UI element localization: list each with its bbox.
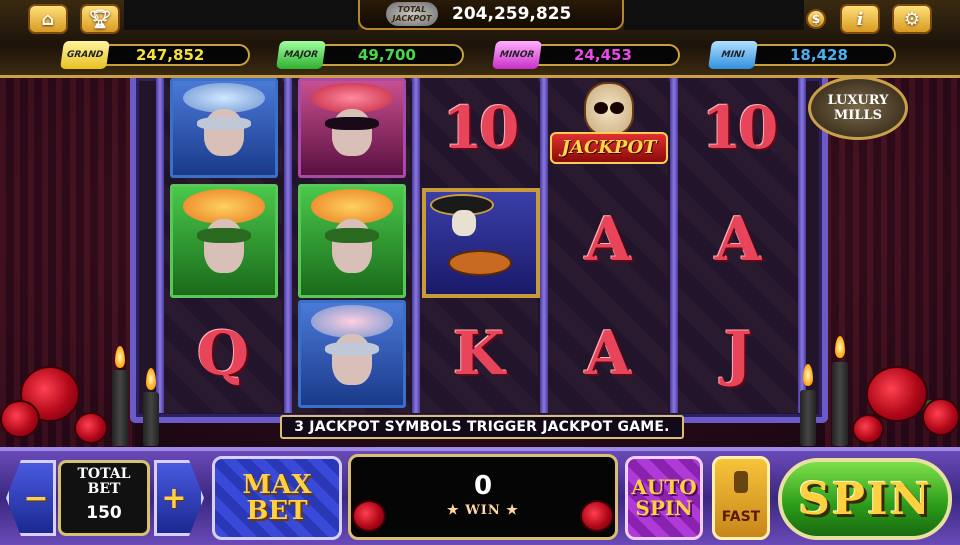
reel-divider <box>156 78 164 413</box>
plus-icon: + <box>161 480 187 516</box>
coins-button[interactable]: $ <box>806 9 826 29</box>
woman-blue-mask-symbol <box>298 300 406 408</box>
fast-label: FAST <box>721 509 761 525</box>
game-logo-line2: MILLS <box>833 108 883 123</box>
minus-icon: − <box>23 480 49 516</box>
symbol-q: Q <box>196 319 250 389</box>
info-button[interactable]: i <box>840 4 880 34</box>
total-bet-value: 150 <box>86 503 122 523</box>
reel-divider <box>412 78 420 413</box>
total-jackpot-value: 204,259,825 <box>452 4 572 24</box>
trophy-icon: 🏆︎ <box>88 8 112 30</box>
win-value: 0 <box>473 471 493 501</box>
auto-spin-button[interactable]: AUTO SPIN <box>625 456 703 540</box>
minor-jackpot-value: 24,453 <box>574 46 632 64</box>
rose-icon <box>0 400 40 438</box>
trophy-button[interactable]: 🏆︎ <box>80 4 120 34</box>
symbol-10: 10 <box>442 94 520 162</box>
grand-jackpot-value: 247,852 <box>136 46 205 64</box>
info-icon: i <box>856 8 864 30</box>
woman-green-mask-symbol <box>170 184 278 298</box>
reel-divider <box>670 78 678 413</box>
mini-jackpot-value: 18,428 <box>790 46 848 64</box>
candle <box>112 370 128 446</box>
rose-icon <box>922 398 960 436</box>
gear-icon: ⚙ <box>903 8 921 30</box>
win-display: 0 ★ WIN ★ <box>348 454 618 540</box>
rose-icon <box>866 366 928 422</box>
game-logo: LUXURY MILLS <box>808 76 908 140</box>
total-bet-label-line1: TOTAL <box>77 466 131 482</box>
home-button[interactable]: ⌂ <box>28 4 68 34</box>
rose-icon <box>74 412 108 444</box>
toggle-knob <box>734 471 748 493</box>
reel-divider <box>284 78 292 413</box>
mariachi-skeleton-symbol <box>422 188 540 298</box>
game-logo-line1: LUXURY <box>827 93 889 108</box>
max-bet-button[interactable]: MAX BET <box>212 456 342 540</box>
spin-label: SPIN <box>798 473 932 525</box>
grand-gem-icon: GRAND <box>60 41 110 69</box>
guitar-icon <box>448 250 512 276</box>
candle <box>832 362 848 446</box>
major-jackpot-value: 49,700 <box>358 46 416 64</box>
woman-blue-mask-symbol <box>170 78 278 178</box>
rose-icon <box>580 500 614 532</box>
jackpot-symbol: JACKPOT <box>550 82 668 180</box>
spin-button[interactable]: SPIN <box>778 458 952 540</box>
max-bet-label-line2: BET <box>246 496 308 526</box>
coin-icon: $ <box>811 12 821 26</box>
reel-divider <box>540 78 548 413</box>
total-bet-display: TOTAL BET 150 <box>58 460 150 536</box>
max-bet-label-line1: MAX <box>242 470 312 500</box>
symbol-a: A <box>714 205 762 275</box>
candle <box>143 392 159 446</box>
total-jackpot-badge: TOTAL JACKPOT <box>386 2 438 26</box>
symbol-a: A <box>584 205 632 275</box>
win-label: ★ WIN ★ <box>447 503 519 518</box>
jackpot-symbol-label: JACKPOT <box>550 132 668 164</box>
symbol-a: A <box>584 319 632 389</box>
mini-gem-icon: MINI <box>708 41 758 69</box>
settings-button[interactable]: ⚙ <box>892 4 932 34</box>
top-left-panel <box>124 0 358 30</box>
auto-spin-label-line1: AUTO <box>631 475 697 499</box>
rose-icon <box>852 414 884 444</box>
symbol-10: 10 <box>701 94 779 162</box>
game-message: 3 JACKPOT SYMBOLS TRIGGER JACKPOT GAME. <box>280 415 684 439</box>
woman-green-mask-symbol <box>298 184 406 298</box>
rose-icon <box>352 500 386 532</box>
symbol-k: K <box>452 319 506 389</box>
symbol-j: J <box>723 319 753 389</box>
reel-divider <box>798 78 806 413</box>
skull-face-icon <box>452 210 476 236</box>
candle <box>800 390 816 446</box>
auto-spin-label-line2: SPIN <box>635 496 693 520</box>
total-bet-label-line2: BET <box>87 481 121 497</box>
minor-gem-icon: MINOR <box>492 41 542 69</box>
fast-toggle[interactable]: FAST <box>712 456 770 540</box>
top-right-panel <box>624 0 804 30</box>
home-icon: ⌂ <box>41 8 55 30</box>
woman-red-mask-symbol <box>298 78 406 178</box>
sugar-skull-icon <box>584 82 634 136</box>
major-gem-icon: MAJOR <box>276 41 326 69</box>
total-jackpot-display: TOTAL JACKPOT 204,259,825 <box>358 0 624 30</box>
